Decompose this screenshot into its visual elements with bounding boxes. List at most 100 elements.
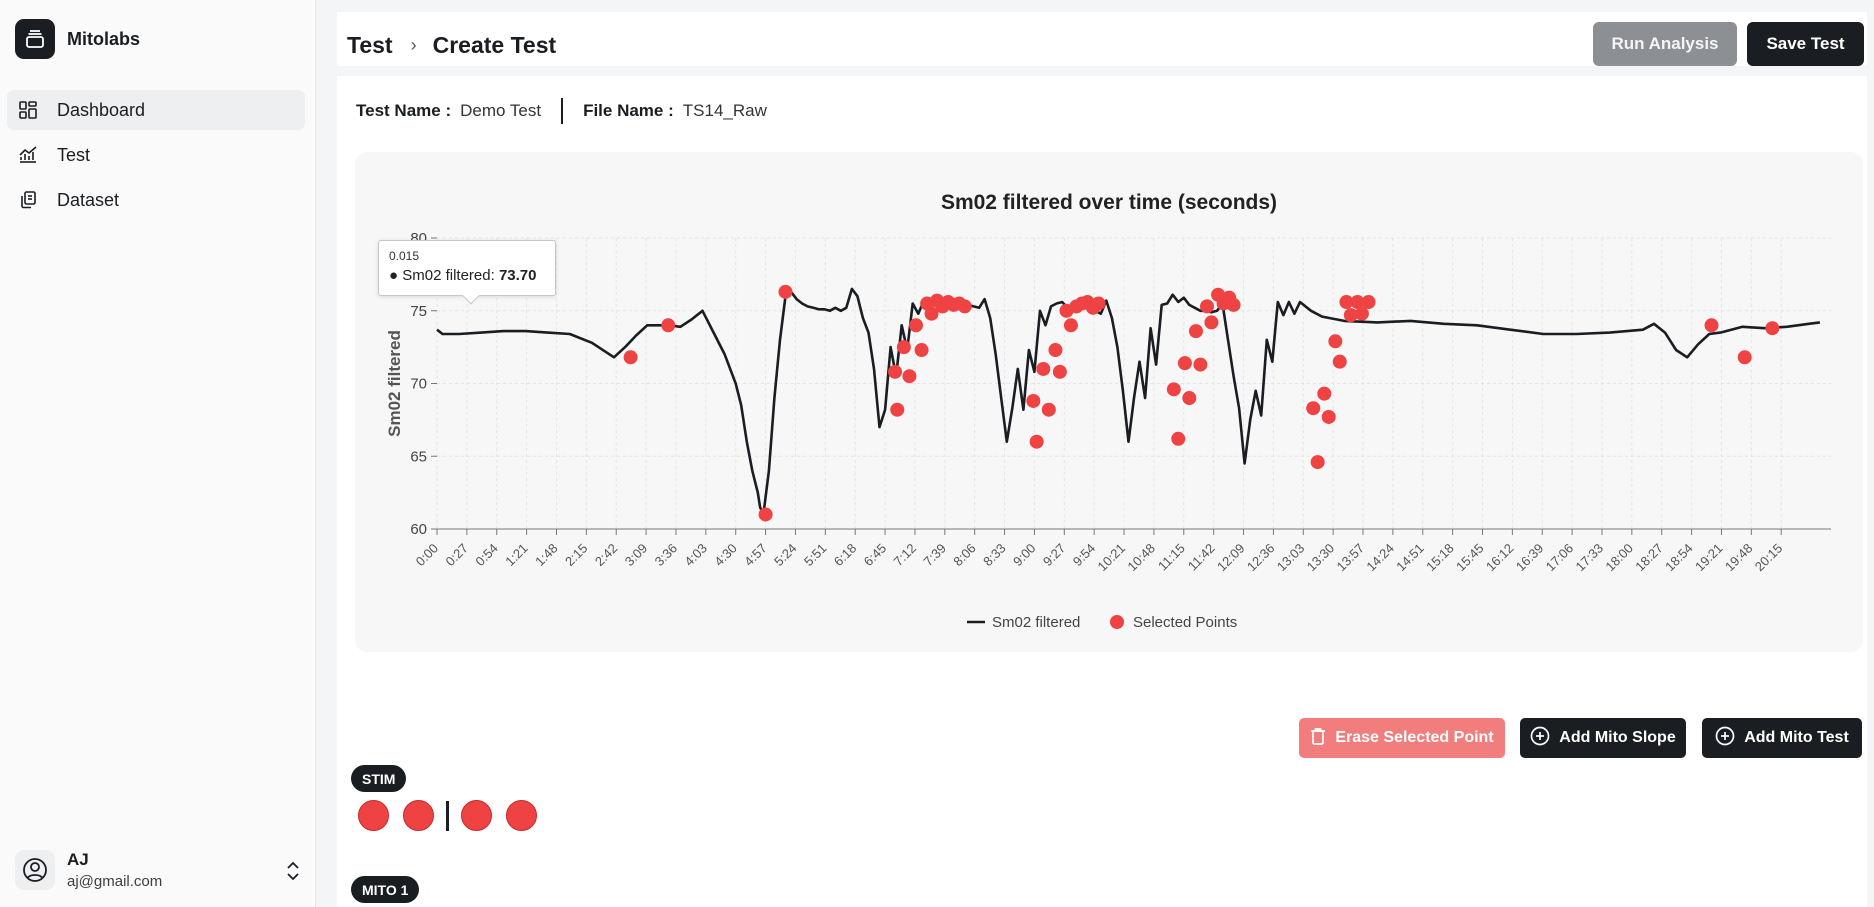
x-tick-label: 0:00 xyxy=(413,541,442,570)
x-tick-label: 10:48 xyxy=(1124,541,1158,575)
selected-point xyxy=(914,343,929,358)
selected-point xyxy=(1091,296,1106,311)
x-tick-label: 6:45 xyxy=(861,541,890,570)
page-title: Create Test xyxy=(432,32,557,58)
x-tick-label: 11:42 xyxy=(1185,541,1218,574)
series-line-sm02-filtered xyxy=(436,287,1821,516)
app-name: Mitolabs xyxy=(67,28,141,49)
x-tick-label: 2:42 xyxy=(592,541,621,570)
stim-badge: STIM xyxy=(351,765,407,792)
stim-point[interactable] xyxy=(506,800,537,831)
selected-point xyxy=(1193,357,1208,372)
file-name-label: File Name : xyxy=(583,101,674,120)
chart-card: Sm02 filtered over time (seconds) 0:00 0:2… xyxy=(355,152,1863,652)
test-name-label: Test Name : xyxy=(356,101,452,120)
selected-point xyxy=(1200,299,1215,314)
stim-point[interactable] xyxy=(461,800,492,831)
selected-point xyxy=(1177,356,1192,371)
x-tick-label: 3:36 xyxy=(652,541,681,570)
selected-point xyxy=(1704,318,1719,333)
x-tick-label: 18:27 xyxy=(1632,541,1666,575)
x-tick-label: 15:45 xyxy=(1453,541,1487,575)
erase-selected-point-button[interactable]: Erase Selected Point xyxy=(1299,718,1505,758)
x-tick-label: 6:18 xyxy=(831,541,860,570)
tooltip-bullet: ● xyxy=(389,267,403,284)
selected-point xyxy=(890,402,905,417)
selected-point xyxy=(1361,295,1376,310)
sidebar-item-label: Dashboard xyxy=(57,99,146,120)
x-tick-label: 2:15 xyxy=(562,541,591,570)
x-tick-label: 14:24 xyxy=(1363,541,1397,575)
stim-divider xyxy=(446,800,449,831)
selected-point xyxy=(1048,343,1063,358)
selected-point xyxy=(1026,393,1041,408)
x-tick-label: 5:51 xyxy=(801,541,830,570)
avatar xyxy=(15,850,55,890)
y-tick-label: 65 xyxy=(410,448,427,465)
selected-point xyxy=(1328,334,1343,349)
x-tick-label: 5:24 xyxy=(771,541,800,570)
sidebar-item-dashboard[interactable]: Dashboard xyxy=(7,90,305,130)
selected-point xyxy=(1321,409,1336,424)
selected-point xyxy=(1306,401,1321,416)
add-mito-test-button[interactable]: Add Mito Test xyxy=(1702,718,1862,758)
add-test-label: Add Mito Test xyxy=(1744,729,1849,746)
erase-label: Erase Selected Point xyxy=(1335,729,1494,746)
x-tick-label: 18:00 xyxy=(1602,541,1636,575)
selected-point xyxy=(778,284,793,299)
sm02-chart[interactable]: Sm02 filtered over time (seconds) 0:00 0:2… xyxy=(355,152,1863,652)
chevron-right-icon: › xyxy=(410,35,417,55)
x-tick-label: 10:21 xyxy=(1095,541,1129,575)
x-tick-label: 4:30 xyxy=(711,541,740,570)
y-axis-label: Sm02 filtered xyxy=(385,330,404,437)
sidebar-item-test[interactable]: Test xyxy=(7,135,305,175)
sidebar-item-dataset[interactable]: Dataset xyxy=(7,180,305,220)
tooltip-series-line: ● Sm02 filtered: 73.70 xyxy=(389,267,537,284)
x-tick-label: 20:15 xyxy=(1752,541,1786,575)
y-tick-label: 75 xyxy=(410,303,427,320)
legend-label-sm02: Sm02 filtered xyxy=(992,614,1080,631)
save-test-button[interactable]: Save Test xyxy=(1747,22,1864,66)
x-tick-label: 14:51 xyxy=(1393,541,1427,575)
x-tick-label: 7:12 xyxy=(891,541,920,570)
chevron-up-down-icon[interactable] xyxy=(285,860,301,887)
x-tick-label: 3:09 xyxy=(622,541,651,570)
run-analysis-button[interactable]: Run Analysis xyxy=(1593,22,1737,66)
selected-point xyxy=(1063,318,1078,333)
add-slope-label: Add Mito Slope xyxy=(1559,729,1676,746)
chart-tooltip: 0.015 ● Sm02 filtered: 73.70 xyxy=(378,240,556,305)
dataset-icon xyxy=(17,189,39,211)
selected-point xyxy=(1041,402,1056,417)
x-tick-label: 18:54 xyxy=(1662,541,1696,575)
sidebar-item-label: Test xyxy=(57,144,91,165)
file-name-value: TS14_Raw xyxy=(682,101,767,120)
x-tick-label: 12:09 xyxy=(1214,541,1248,575)
x-tick-label: 1:21 xyxy=(502,541,531,570)
stim-point[interactable] xyxy=(358,800,389,831)
x-tick-label: 15:18 xyxy=(1423,541,1457,575)
selected-point xyxy=(888,364,903,379)
meta-divider xyxy=(561,98,564,124)
y-tick-label: 70 xyxy=(410,376,427,393)
selected-point xyxy=(1317,386,1332,401)
user-menu[interactable]: AJ aj@gmail.com xyxy=(15,850,301,890)
selected-point xyxy=(1029,434,1044,449)
selected-point xyxy=(1737,350,1752,365)
selected-point xyxy=(623,350,638,365)
tooltip-value: 73.70 xyxy=(498,267,537,284)
selected-point xyxy=(1332,354,1347,369)
x-tick-label: 7:39 xyxy=(920,541,949,570)
x-tick-label: 13:57 xyxy=(1334,541,1368,575)
selected-point xyxy=(1052,364,1067,379)
selected-point xyxy=(1182,391,1197,406)
add-mito-slope-button[interactable]: Add Mito Slope xyxy=(1520,718,1686,758)
x-tick-label: 9:00 xyxy=(1010,541,1039,570)
main-content: Test › Create Test Run Analysis Save Tes… xyxy=(337,12,1867,907)
brand[interactable]: Mitolabs xyxy=(15,19,140,59)
selected-point xyxy=(957,299,972,314)
breadcrumb-test[interactable]: Test xyxy=(347,32,393,59)
x-tick-label: 4:57 xyxy=(741,541,770,570)
selected-point xyxy=(1204,315,1219,330)
selected-point xyxy=(661,318,676,333)
stim-point[interactable] xyxy=(403,800,434,831)
